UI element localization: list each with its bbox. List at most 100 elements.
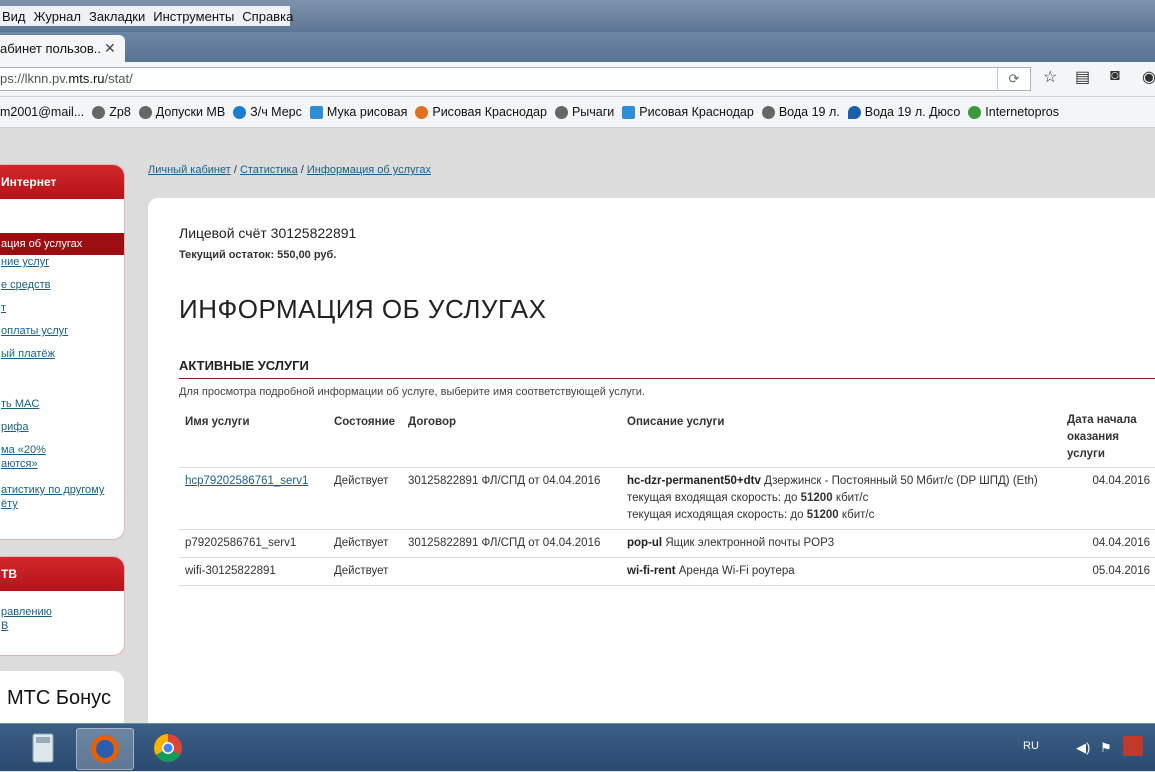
sidebar-link[interactable]: рифа [1, 421, 28, 433]
bookmark-item[interactable]: Рычаги [554, 105, 615, 119]
description-cell: hc-dzr-permanent50+dtv Дзержинск - Посто… [621, 467, 1061, 530]
incoming-speed-value: 51200 [800, 492, 833, 504]
bookmark-label: Вода 19 л. Дюсо [864, 105, 961, 119]
green-circle-icon [968, 105, 982, 119]
sidebar-item[interactable]: е средств [0, 278, 124, 301]
menu-view[interactable]: Вид [0, 9, 32, 24]
bookmark-item[interactable]: m2001@mail... [0, 105, 84, 119]
sidebar-item[interactable]: ма «20% аются» [0, 443, 124, 483]
service-code: hc-dzr-permanent50+dtv [627, 475, 761, 487]
star-icon[interactable]: ☆ [1043, 67, 1057, 87]
sidebar-link[interactable]: атистику по другому [1, 484, 104, 496]
firefox-icon[interactable] [76, 728, 134, 770]
download-icon[interactable]: ◉ [1142, 67, 1155, 87]
bookmark-item[interactable]: Вода 19 л. [761, 105, 840, 119]
bookmark-label: m2001@mail... [0, 105, 85, 119]
current-balance: Текущий остаток: 550,00 руб. [179, 249, 337, 261]
section-title: АКТИВНЫЕ УСЛУГИ [179, 358, 309, 373]
description-cell: pop-ul Ящик электронной почты POP3 [621, 529, 1061, 558]
flag-icon[interactable]: ⚑ [1100, 740, 1112, 756]
bookmark-item[interactable]: Вода 19 л. Дюсо [847, 105, 961, 119]
menu-bookmarks[interactable]: Закладки [87, 9, 151, 24]
calculator-icon[interactable] [14, 728, 70, 768]
breadcrumb-current[interactable]: Информация об услугах [307, 164, 431, 176]
outgoing-speed-value: 51200 [806, 509, 839, 521]
sidebar-item[interactable]: равлению В [0, 605, 124, 635]
mts-bonus-label: МТС Бонус [7, 687, 111, 709]
bookmark-item[interactable]: З/ч Мерс [233, 105, 302, 119]
status-cell: Действует [328, 467, 402, 530]
sidebar-item[interactable]: ть MAC [0, 397, 124, 420]
sidebar-link[interactable]: ть MAC [1, 398, 39, 410]
bookmark-item[interactable]: Допуски МВ [138, 105, 225, 119]
menu-tools[interactable]: Инструменты [151, 9, 240, 24]
bookmark-label: Вода 19 л. [778, 105, 840, 119]
sidebar-item[interactable]: атистику по другому ёту [0, 483, 124, 513]
column-header: Имя услуги [185, 416, 250, 428]
bookmark-item[interactable]: Internetopros [968, 105, 1059, 119]
tab-title: абинет пользов... [0, 41, 100, 56]
service-description: Ящик электронной почты POP3 [665, 537, 835, 549]
menu-items: Вид Журнал Закладки Инструменты Справка [0, 6, 293, 26]
table-row: hcp79202586761_serv1 Действует 301258228… [179, 467, 1155, 530]
service-name-cell: wifi-30125822891 [179, 557, 328, 586]
sidebar-item-services-info[interactable]: ация об услугах [0, 233, 124, 255]
breadcrumb-stats[interactable]: Статистика [240, 164, 298, 176]
bookmark-label: Рычаги [571, 105, 615, 119]
sidebar-link[interactable]: равлению [1, 606, 52, 618]
sidebar-item[interactable]: т [0, 301, 124, 324]
incoming-speed-label: текущая входящая скорость: до [627, 492, 798, 504]
bookmark-label: Рисовая Краснодар [432, 105, 547, 119]
browser-tab[interactable]: абинет пользов... ✕ [0, 35, 125, 62]
status-cell: Действует [328, 529, 402, 558]
reading-list-icon[interactable]: ▤ [1075, 67, 1090, 87]
sidebar-item[interactable]: оплаты услуг [0, 324, 124, 347]
reload-icon[interactable]: ⟳ [997, 68, 1030, 90]
pocket-icon[interactable]: ◙ [1110, 67, 1120, 85]
bookmark-item[interactable]: Рисовая Краснодар [415, 105, 547, 119]
sidebar-link[interactable]: т [1, 302, 6, 314]
sidebar-link[interactable]: е средств [1, 279, 50, 291]
sidebar-item[interactable]: ние услуг [0, 255, 124, 278]
menu-help[interactable]: Справка [240, 9, 299, 24]
sidebar-link[interactable]: ёту [1, 498, 18, 510]
service-code: pop-ul [627, 537, 663, 549]
breadcrumb-home[interactable]: Личный кабинет [148, 164, 231, 176]
sidebar-item[interactable]: ый платёж [0, 347, 124, 373]
contract-cell: 30125822891 ФЛ/СПД от 04.04.2016 [402, 467, 621, 530]
close-icon[interactable]: ✕ [104, 40, 116, 57]
network-app-icon[interactable] [1123, 736, 1143, 756]
globe-icon [554, 105, 568, 119]
menu-history[interactable]: Журнал [32, 9, 87, 24]
service-name-link[interactable]: hcp79202586761_serv1 [185, 475, 308, 487]
bookmark-label: З/ч Мерс [250, 105, 302, 119]
chrome-icon[interactable] [140, 728, 196, 768]
link-icon [233, 105, 247, 119]
column-header: Состояние [334, 416, 396, 428]
volume-icon[interactable]: ◀) [1076, 740, 1090, 756]
sidebar-link[interactable]: ние услуг [1, 256, 49, 268]
sidebar-internet: Интернет ация об услугах ние услуг е сре… [0, 164, 125, 540]
column-header: Договор [408, 416, 456, 428]
globe-icon [92, 105, 106, 119]
sidebar-link[interactable]: аются» [1, 458, 38, 470]
breadcrumb: Личный кабинет / Статистика / Информация… [148, 164, 431, 176]
sidebar-link[interactable]: ый платёж [1, 348, 55, 360]
bookmark-item[interactable]: Zp8 [92, 105, 131, 119]
sidebar-item[interactable]: рифа [0, 420, 124, 443]
main-content: Лицевой счёт 30125822891 Текущий остаток… [148, 198, 1155, 723]
contract-cell [402, 557, 621, 586]
language-indicator[interactable]: RU [1023, 740, 1039, 752]
column-header: Дата начала оказания услуги [1067, 414, 1137, 460]
sidebar-link[interactable]: оплаты услуг [1, 325, 68, 337]
bookmark-item[interactable]: Мука рисовая [309, 105, 407, 119]
bookmark-item[interactable]: Рисовая Краснодар [622, 105, 754, 119]
start-date-cell: 05.04.2016 [1061, 557, 1155, 586]
sidebar-link[interactable]: В [1, 620, 8, 632]
sidebar-link[interactable]: ма «20% [1, 444, 46, 456]
url-bar[interactable]: ps://lknn.pv.mts.ru/stat/ ⟳ [0, 67, 1031, 91]
sidebar-internet-header: Интернет [0, 165, 124, 199]
url-domain: mts.ru [68, 71, 105, 86]
